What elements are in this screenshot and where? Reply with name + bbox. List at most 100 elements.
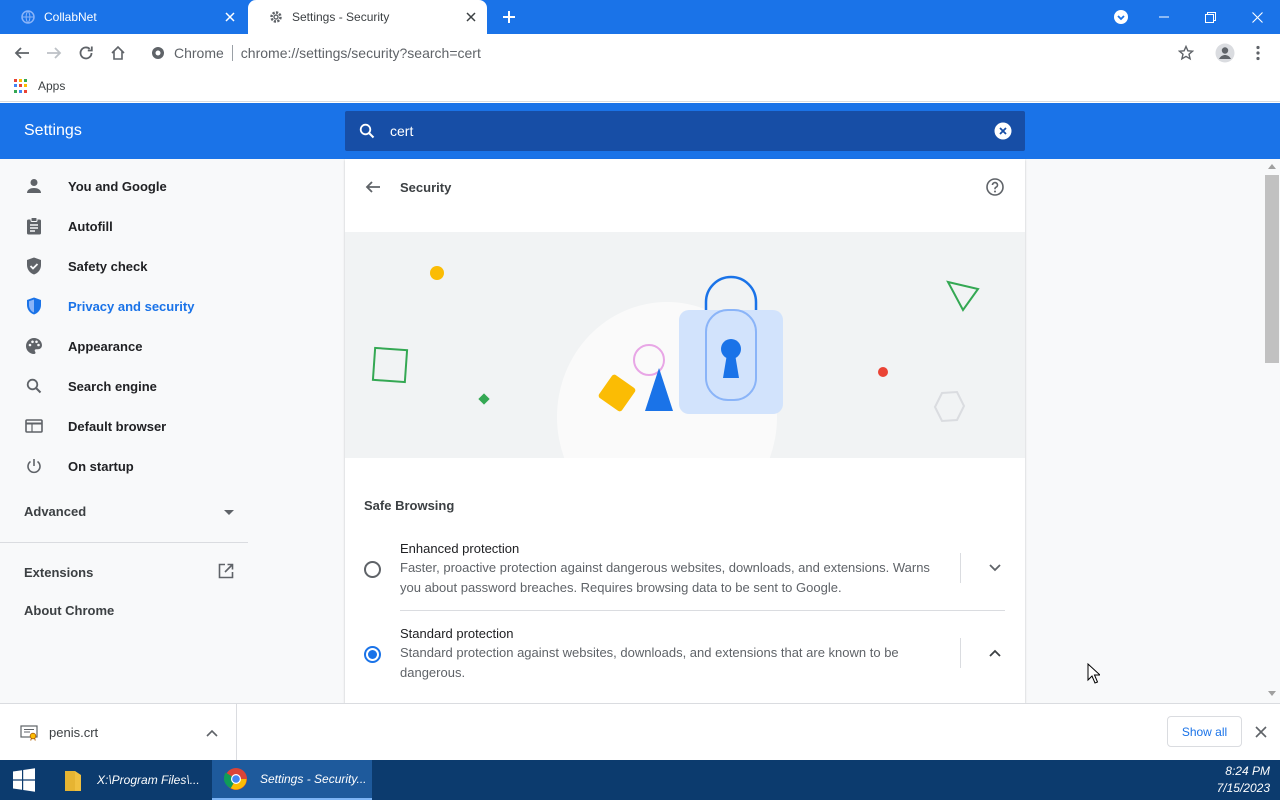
advanced-label: Advanced (24, 504, 87, 519)
clear-search-icon[interactable] (993, 121, 1013, 141)
sidebar-item-label: On startup (68, 458, 134, 474)
chrome-site-icon (150, 45, 166, 61)
sidebar-item-label: Default browser (68, 418, 167, 434)
globe-icon (20, 9, 36, 25)
sidebar-item-default-browser[interactable]: Default browser (0, 406, 248, 446)
sidebar-item-label: Privacy and security (68, 298, 195, 314)
sidebar-item-autofill[interactable]: Autofill (0, 206, 248, 246)
settings-sidebar: You and Google Autofill Safety check Pri… (0, 159, 345, 703)
security-card: Security Safe Browsing Enhanced protecti… (345, 159, 1025, 703)
apps-grid-icon[interactable] (14, 79, 28, 93)
windows-start-icon[interactable] (0, 760, 48, 800)
download-item[interactable]: penis.crt (0, 704, 237, 761)
chrome-icon (224, 767, 248, 791)
system-clock[interactable]: 8:24 PM 7/15/2023 (1217, 763, 1270, 797)
bookmark-star-icon[interactable] (1173, 40, 1199, 66)
gray-hexagon (933, 390, 966, 423)
sidebar-item-on-startup[interactable]: On startup (0, 446, 248, 486)
back-button[interactable] (9, 40, 35, 66)
tab-settings-security[interactable]: Settings - Security (248, 0, 487, 34)
sidebar-item-appearance[interactable]: Appearance (0, 326, 248, 366)
help-icon[interactable] (985, 177, 1005, 197)
card-header: Security (345, 159, 1025, 215)
scrollbar-thumb[interactable] (1265, 175, 1279, 363)
scroll-up-arrow[interactable] (1268, 164, 1276, 169)
sidebar-divider (0, 542, 248, 543)
forward-button[interactable] (41, 40, 67, 66)
enhanced-protection-radio[interactable] (364, 561, 381, 578)
search-icon (24, 376, 44, 396)
show-all-downloads-button[interactable]: Show all (1167, 716, 1242, 747)
dropdown-arrow-icon (224, 504, 234, 519)
option-divider (960, 553, 961, 583)
tab-search-button[interactable] (1098, 0, 1144, 34)
sidebar-about-chrome[interactable]: About Chrome (24, 603, 114, 618)
reload-button[interactable] (73, 40, 99, 66)
sidebar-item-label: Safety check (68, 258, 148, 274)
sidebar-item-label: Appearance (68, 338, 143, 354)
taskbar-explorer-window[interactable]: X:\Program Files\... (49, 760, 209, 800)
address-bar[interactable]: Chrome chrome://settings/security?search… (142, 38, 1206, 67)
tab-collabnet[interactable]: CollabNet (0, 0, 246, 34)
browser-toolbar: Chrome chrome://settings/security?search… (0, 34, 1280, 71)
settings-search-box[interactable]: cert (345, 111, 1025, 151)
sidebar-extensions-link[interactable]: Extensions (24, 563, 234, 582)
sidebar-item-safety-check[interactable]: Safety check (0, 246, 248, 286)
shield-icon (24, 296, 44, 316)
settings-header: Settings cert (0, 103, 1280, 159)
browser-title-bar: CollabNet Settings - Security (0, 0, 1280, 34)
sidebar-item-you-and-google[interactable]: You and Google (0, 166, 248, 206)
omnibox-divider (231, 44, 233, 61)
taskbar-chrome-window[interactable]: Settings - Security... (212, 760, 372, 800)
person-icon (24, 176, 44, 196)
new-tab-button[interactable] (499, 7, 519, 27)
extensions-label: Extensions (24, 565, 94, 580)
sidebar-item-privacy-and-security[interactable]: Privacy and security (0, 286, 248, 326)
green-diamond (478, 393, 490, 405)
scroll-down-arrow[interactable] (1268, 691, 1276, 696)
download-file-name: penis.crt (49, 725, 99, 740)
palette-icon (24, 336, 44, 356)
close-download-shelf-icon[interactable] (1253, 724, 1269, 740)
search-input[interactable]: cert (390, 123, 993, 139)
tab-title: Settings - Security (292, 10, 390, 24)
more-menu-icon[interactable] (1245, 40, 1271, 66)
option-separator (400, 610, 1005, 611)
gear-icon (268, 9, 284, 25)
back-arrow-icon[interactable] (361, 175, 385, 199)
close-icon[interactable] (463, 9, 479, 25)
clock-time: 8:24 PM (1225, 764, 1270, 778)
option-title: Standard protection (400, 626, 514, 641)
restore-button[interactable] (1187, 0, 1233, 34)
lock-shackle (704, 275, 758, 310)
page-scrollbar[interactable] (1264, 159, 1280, 703)
close-window-button[interactable] (1234, 0, 1280, 34)
yellow-dot (430, 266, 444, 280)
lock-illustration-svg (371, 266, 980, 458)
sidebar-item-label: You and Google (68, 178, 167, 194)
apps-bookmark-label[interactable]: Apps (38, 79, 65, 93)
sidebar-advanced-toggle[interactable]: Advanced (24, 504, 234, 519)
chevron-up-icon[interactable] (985, 643, 1005, 663)
clipboard-icon (24, 216, 44, 236)
home-button[interactable] (105, 40, 131, 66)
option-title: Enhanced protection (400, 541, 520, 556)
safe-browsing-heading: Safe Browsing (364, 498, 455, 513)
download-shelf: penis.crt Show all (0, 703, 1280, 761)
minimize-button[interactable] (1141, 0, 1187, 34)
chevron-up-icon[interactable] (204, 725, 220, 741)
close-icon[interactable] (222, 9, 238, 25)
profile-avatar-icon[interactable] (1212, 40, 1238, 66)
security-illustration (345, 232, 1025, 458)
option-description: Standard protection against websites, do… (400, 645, 899, 680)
certificate-file-icon (20, 724, 38, 742)
red-dot (878, 367, 888, 377)
task-label: Settings - Security... (260, 772, 367, 786)
sidebar-item-label: Autofill (68, 218, 113, 234)
task-label: X:\Program Files\... (97, 773, 200, 787)
settings-title: Settings (24, 122, 82, 139)
standard-protection-radio[interactable] (364, 646, 381, 663)
site-chip: Chrome (174, 44, 224, 61)
sidebar-item-search-engine[interactable]: Search engine (0, 366, 248, 406)
chevron-down-icon[interactable] (985, 558, 1005, 578)
